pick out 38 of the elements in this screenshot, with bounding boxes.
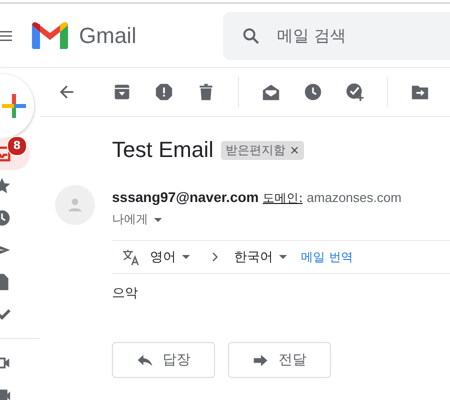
caret-icon: [154, 218, 162, 222]
forward-arrow-icon: [252, 354, 268, 366]
recipient-dropdown[interactable]: 나에게: [112, 211, 162, 228]
message-body: 으악: [112, 285, 139, 302]
move-to-folder-icon[interactable]: [411, 83, 429, 101]
label-text: 받은편지함: [225, 142, 286, 158]
translate-link[interactable]: 메일 번역: [301, 248, 353, 266]
app-name: Gmail: [79, 22, 136, 48]
spam-icon[interactable]: [155, 83, 173, 101]
caret-icon: [182, 255, 190, 259]
person-icon: [67, 197, 83, 213]
remove-label-button[interactable]: ×: [289, 143, 300, 157]
menu-icon[interactable]: [0, 30, 12, 40]
search-input[interactable]: 메일 검색: [277, 26, 427, 45]
reply-arrow-icon: [136, 354, 152, 366]
sender-email: sssang97@naver.com: [112, 189, 259, 205]
open-envelope-icon[interactable]: [262, 83, 280, 101]
sender-domain: amazonses.com: [306, 190, 402, 205]
translate-icon: [122, 248, 140, 266]
source-language-dropdown[interactable]: 영어: [150, 248, 190, 266]
add-task-icon[interactable]: [346, 83, 364, 101]
search-icon[interactable]: [241, 26, 261, 46]
reply-button[interactable]: 답장: [112, 342, 215, 378]
target-language-dropdown[interactable]: 한국어: [234, 248, 287, 266]
email-subject: Test Email: [112, 137, 214, 163]
back-arrow-icon[interactable]: [58, 83, 76, 101]
chevron-right-icon: [210, 252, 220, 262]
archive-icon[interactable]: [113, 83, 131, 101]
forward-button[interactable]: 전달: [228, 342, 331, 378]
unread-count-badge: 8: [7, 136, 27, 156]
envelope-logo-icon[interactable]: [32, 22, 68, 49]
plus-icon: [2, 94, 26, 118]
domain-link[interactable]: 도메인:: [262, 190, 303, 207]
caret-icon: [279, 255, 287, 259]
clock-icon[interactable]: [304, 83, 322, 101]
search-bar[interactable]: 메일 검색: [223, 12, 450, 60]
trash-icon[interactable]: [197, 83, 215, 101]
nav-item[interactable]: 8: [0, 138, 30, 170]
